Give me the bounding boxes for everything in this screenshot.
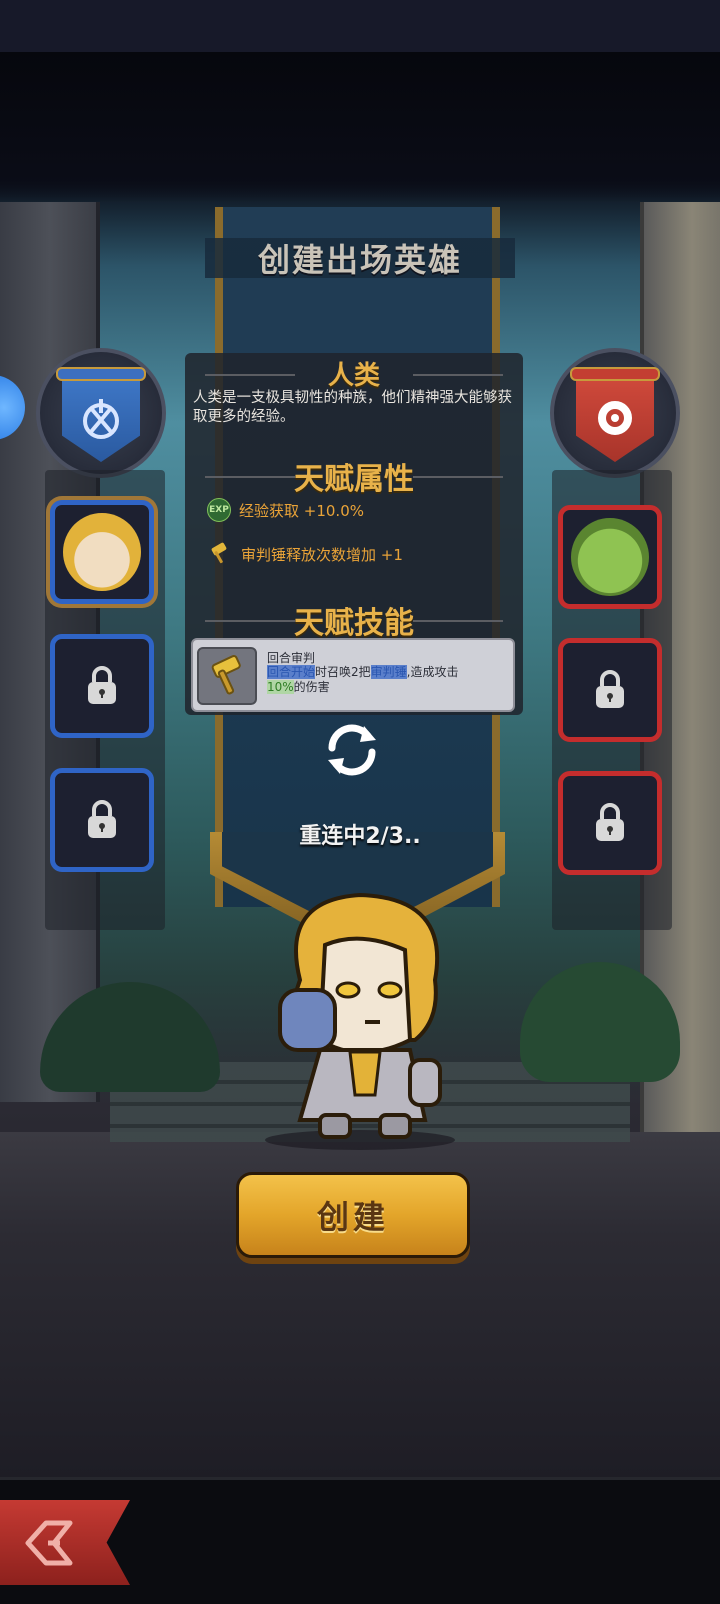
- race-heading: 人类: [327, 361, 380, 391]
- back-button[interactable]: [0, 1500, 130, 1585]
- talent-attr-text: 审判锤释放次数增加 +1: [241, 545, 403, 564]
- hammer-icon: [207, 541, 233, 567]
- exp-icon: EXP: [207, 498, 231, 522]
- talent-attr-heading: 天赋属性: [294, 462, 414, 497]
- orc-race-crest[interactable]: [550, 348, 680, 478]
- hero-slot-human-2[interactable]: [50, 634, 154, 738]
- skill-name: 回合审判: [267, 651, 316, 665]
- reload-icon: [328, 724, 376, 776]
- status-bar: [0, 0, 720, 52]
- title-plate: 创建出场英雄: [185, 228, 535, 288]
- hero-slot-human-1[interactable]: [50, 500, 154, 604]
- human-shield-icon: [62, 374, 140, 462]
- lock-icon: [88, 666, 116, 704]
- hero-portrait: [63, 513, 141, 591]
- talent-skill-heading-row: 天赋技能: [185, 598, 523, 642]
- hero-portrait: [571, 518, 649, 596]
- page-title: 创建出场英雄: [257, 241, 462, 279]
- orc-shield-icon: [576, 374, 654, 462]
- reconnect-status: 重连中2/3..: [299, 824, 421, 849]
- talent-attr-heading-row: 天赋属性: [185, 454, 523, 498]
- create-button-label: 创建: [316, 1198, 389, 1236]
- crest-scroll: [56, 367, 146, 381]
- hero-slot-orc-1[interactable]: [558, 505, 662, 609]
- race-info-panel: 人类 人类是一支极具韧性的种族，他们精神强大能够获取更多的经验。 天赋属性 EX…: [185, 353, 523, 715]
- lock-icon: [596, 670, 624, 708]
- skill-description: 回合开始时召唤2把审判锤,造成攻击 10%的伤害: [267, 665, 459, 694]
- talent-skill-card[interactable]: 回合审判 回合开始时召唤2把审判锤,造成攻击 10%的伤害: [191, 638, 515, 712]
- create-button[interactable]: 创建: [236, 1172, 470, 1258]
- sky: [0, 52, 720, 202]
- human-race-crest[interactable]: [36, 348, 166, 478]
- hero-slot-orc-2[interactable]: [558, 638, 662, 742]
- talent-attr-text: 经验获取 +10.0%: [239, 501, 364, 520]
- race-heading-row: 人类: [185, 355, 523, 392]
- hammer-icon: [197, 647, 257, 705]
- talent-attr-exp: EXP 经验获取 +10.0%: [207, 498, 364, 522]
- race-description: 人类是一支极具韧性的种族，他们精神强大能够获取更多的经验。: [193, 390, 512, 425]
- talent-attr-hammer: 审判锤释放次数增加 +1: [207, 541, 403, 567]
- crest-scroll: [570, 367, 660, 381]
- back-arrow-icon: [25, 1520, 73, 1565]
- hero-character: [265, 892, 455, 1150]
- talent-skill-heading: 天赋技能: [294, 606, 414, 641]
- bottom-bar: [0, 1477, 720, 1604]
